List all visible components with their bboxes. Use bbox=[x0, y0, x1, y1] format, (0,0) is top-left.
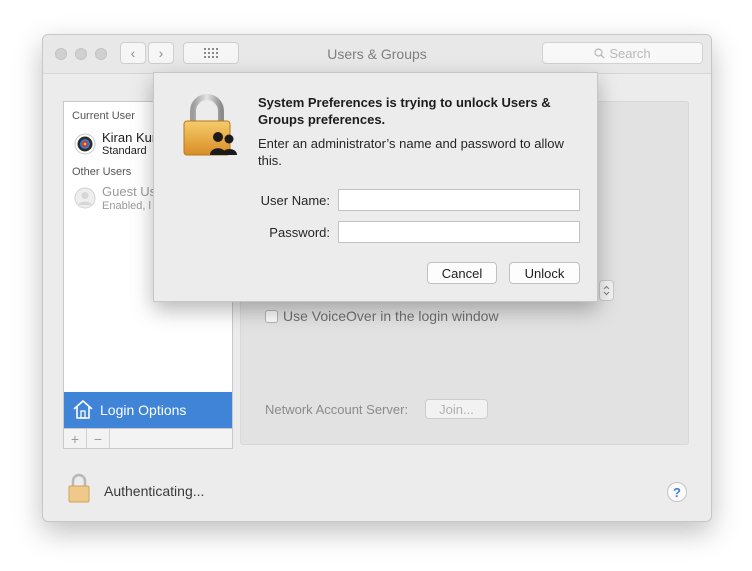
house-icon bbox=[73, 399, 93, 419]
minus-icon: − bbox=[93, 430, 103, 447]
plus-icon: + bbox=[70, 430, 80, 447]
lock-users-icon bbox=[183, 94, 237, 156]
login-options-label: Login Options bbox=[100, 402, 187, 418]
network-server-label: Network Account Server: bbox=[265, 402, 409, 417]
search-icon bbox=[594, 47, 605, 58]
username-field[interactable] bbox=[338, 189, 580, 211]
current-user-role: Standard bbox=[102, 145, 147, 157]
password-label: Password: bbox=[269, 225, 330, 240]
search-field[interactable]: Search bbox=[542, 42, 703, 64]
other-users-heading: Other Users bbox=[72, 166, 132, 178]
add-user-button[interactable]: + bbox=[64, 429, 87, 448]
unlock-button[interactable]: Unlock bbox=[509, 262, 580, 284]
title-bar: ‹ › Users & Groups Search bbox=[43, 35, 711, 74]
sidebar-actions: + − bbox=[63, 429, 233, 449]
remove-user-button[interactable]: − bbox=[87, 429, 110, 448]
search-placeholder: Search bbox=[609, 45, 651, 61]
question-icon: ? bbox=[673, 484, 681, 500]
guest-user-status: Enabled, l bbox=[102, 200, 151, 212]
avatar bbox=[74, 133, 96, 155]
current-user-name: Kiran Kur bbox=[102, 130, 157, 145]
guest-user-name: Guest Us bbox=[102, 184, 157, 199]
username-label: User Name: bbox=[260, 193, 330, 208]
voiceover-label: Use VoiceOver in the login window bbox=[283, 308, 499, 324]
authenticating-status: Authenticating... bbox=[104, 483, 205, 499]
help-button[interactable]: ? bbox=[667, 482, 687, 502]
voiceover-checkbox[interactable] bbox=[265, 310, 278, 323]
dialog-message: Enter an administrator’s name and passwo… bbox=[258, 136, 564, 168]
guest-avatar-icon bbox=[74, 187, 96, 209]
authentication-dialog: System Preferences is trying to unlock U… bbox=[153, 72, 598, 302]
lock-icon[interactable] bbox=[67, 473, 91, 503]
join-button[interactable]: Join... bbox=[425, 399, 488, 419]
chevron-updown-icon bbox=[603, 285, 610, 296]
password-field[interactable] bbox=[338, 221, 580, 243]
current-user-heading: Current User bbox=[72, 110, 135, 122]
dialog-heading: System Preferences is trying to unlock U… bbox=[258, 95, 551, 127]
popup-stepper[interactable] bbox=[599, 280, 614, 301]
cancel-button[interactable]: Cancel bbox=[427, 262, 497, 284]
sidebar-item-login-options[interactable]: Login Options bbox=[64, 392, 232, 428]
